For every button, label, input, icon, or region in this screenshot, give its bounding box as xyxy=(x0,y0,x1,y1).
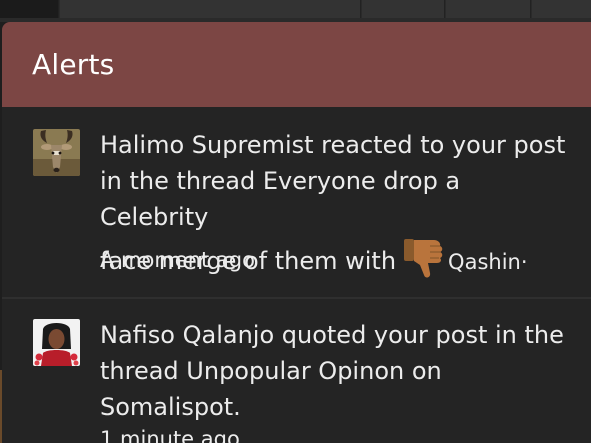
alerts-header: Alerts xyxy=(2,22,591,107)
alerts-popup: Alerts Halimo Supremist reacted to your … xyxy=(2,22,591,443)
alert-item[interactable]: Nafiso Qalanjo quoted your post in the t… xyxy=(2,299,591,443)
alert-text-tail: Qashin· xyxy=(448,250,528,274)
background-segment xyxy=(362,0,445,18)
alert-text-line: Halimo Supremist reacted to your post xyxy=(100,131,566,159)
alert-timestamp: A moment ago xyxy=(100,248,255,272)
alert-text-line: in the thread Everyone drop a Celebrity xyxy=(100,167,461,231)
alert-text-line: Somalispot. xyxy=(100,393,241,421)
alert-message[interactable]: Nafiso Qalanjo quoted your post in the t… xyxy=(100,317,570,425)
background-segment xyxy=(0,0,59,18)
person-avatar-image xyxy=(33,319,80,366)
avatar[interactable] xyxy=(33,319,80,366)
alert-text-line: Nafiso Qalanjo quoted your post in the xyxy=(100,321,564,349)
kudu-avatar-image xyxy=(33,129,80,176)
background-segment xyxy=(60,0,361,18)
alert-item[interactable]: Halimo Supremist reacted to your post in… xyxy=(2,107,591,297)
background-top-strip xyxy=(0,0,591,22)
avatar[interactable] xyxy=(33,129,80,176)
background-segment xyxy=(532,0,591,18)
thumbs-down-icon xyxy=(400,235,446,281)
alert-timestamp: 1 minute ago xyxy=(100,427,240,443)
background-segment xyxy=(446,0,531,18)
alert-text-line: thread Unpopular Opinon on xyxy=(100,357,442,385)
alerts-title: Alerts xyxy=(32,48,115,81)
